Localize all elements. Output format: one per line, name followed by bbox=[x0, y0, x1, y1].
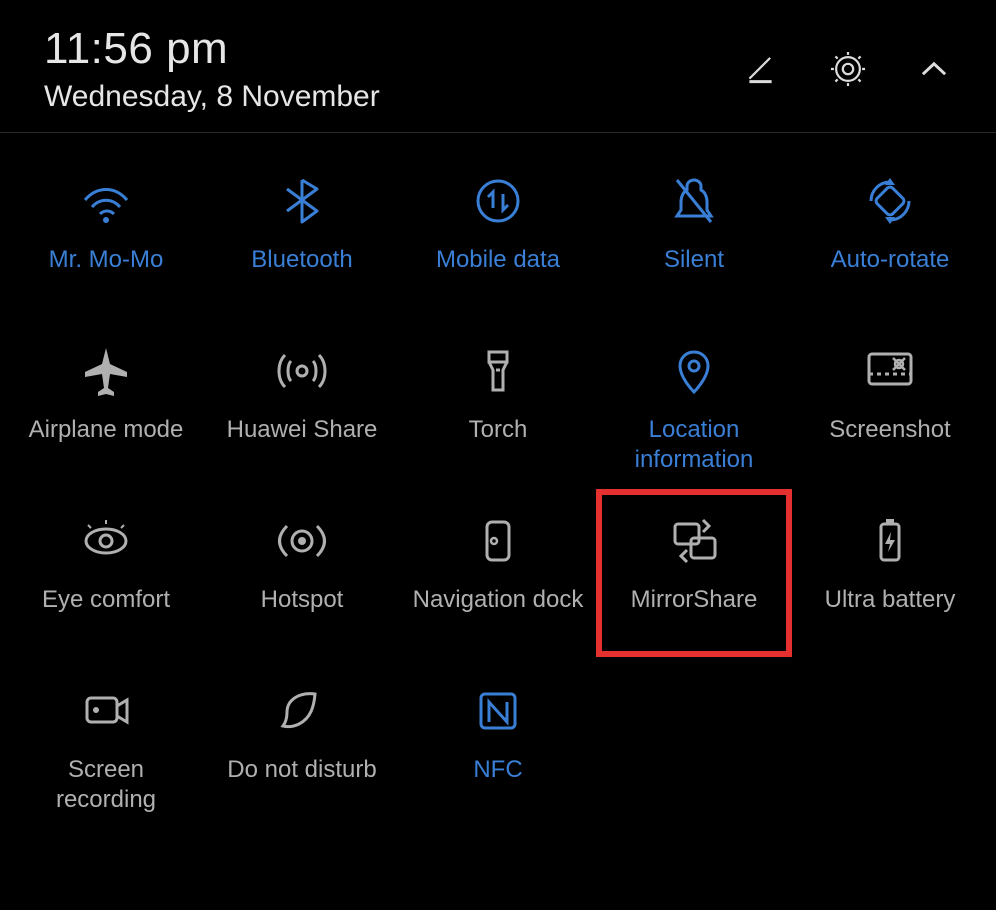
wifi-icon bbox=[71, 171, 141, 231]
tile-huawei-share[interactable]: Huawei Share bbox=[204, 323, 400, 493]
screenshot-icon bbox=[855, 341, 925, 401]
tile-label: Navigation dock bbox=[413, 585, 584, 615]
tile-label: Ultra battery bbox=[825, 585, 956, 615]
tile-label: NFC bbox=[473, 755, 522, 785]
tile-label: Airplane mode bbox=[29, 415, 184, 445]
tile-label: Mobile data bbox=[436, 245, 560, 275]
mirrorshare-icon bbox=[659, 511, 729, 571]
tile-label: Bluetooth bbox=[251, 245, 352, 275]
status-time: 11:56 pm bbox=[44, 24, 740, 74]
tile-airplane[interactable]: Airplane mode bbox=[8, 323, 204, 493]
tile-screen-rec[interactable]: Screen recording bbox=[8, 663, 204, 833]
tile-label: Huawei Share bbox=[227, 415, 378, 445]
tile-wifi[interactable]: Mr. Mo-Mo bbox=[8, 153, 204, 323]
tile-nfc[interactable]: NFC bbox=[400, 663, 596, 833]
tile-ultra-battery[interactable]: Ultra battery bbox=[792, 493, 988, 663]
screen-rec-icon bbox=[71, 681, 141, 741]
huawei-share-icon bbox=[267, 341, 337, 401]
location-icon bbox=[659, 341, 729, 401]
eye-comfort-icon bbox=[71, 511, 141, 571]
tile-label: Eye comfort bbox=[42, 585, 170, 615]
tile-eye-comfort[interactable]: Eye comfort bbox=[8, 493, 204, 663]
torch-icon bbox=[463, 341, 533, 401]
nfc-icon bbox=[463, 681, 533, 741]
dnd-icon bbox=[267, 681, 337, 741]
tile-silent[interactable]: Silent bbox=[596, 153, 792, 323]
tile-nav-dock[interactable]: Navigation dock bbox=[400, 493, 596, 663]
airplane-icon bbox=[71, 341, 141, 401]
tile-label: MirrorShare bbox=[631, 585, 758, 615]
tile-dnd[interactable]: Do not disturb bbox=[204, 663, 400, 833]
tile-auto-rotate[interactable]: Auto-rotate bbox=[792, 153, 988, 323]
tile-hotspot[interactable]: Hotspot bbox=[204, 493, 400, 663]
tile-mirrorshare[interactable]: MirrorShare bbox=[596, 493, 792, 663]
bluetooth-icon bbox=[267, 171, 337, 231]
tile-label: Do not disturb bbox=[227, 755, 376, 785]
quick-settings-grid: Mr. Mo-Mo Bluetooth Mobile data Silent Auto-… bbox=[0, 133, 996, 833]
tile-label: Screen recording bbox=[16, 755, 196, 815]
gear-icon[interactable] bbox=[826, 47, 870, 91]
tile-label: Screenshot bbox=[829, 415, 950, 445]
tile-screenshot[interactable]: Screenshot bbox=[792, 323, 988, 493]
tile-location[interactable]: Location information bbox=[596, 323, 792, 493]
silent-icon bbox=[659, 171, 729, 231]
tile-label: Hotspot bbox=[261, 585, 344, 615]
status-date: Wednesday, 8 November bbox=[44, 80, 740, 114]
tile-label: Auto-rotate bbox=[831, 245, 950, 275]
tile-bluetooth[interactable]: Bluetooth bbox=[204, 153, 400, 323]
nav-dock-icon bbox=[463, 511, 533, 571]
chevron-up-icon[interactable] bbox=[912, 47, 956, 91]
ultra-battery-icon bbox=[855, 511, 925, 571]
edit-icon[interactable] bbox=[740, 47, 784, 91]
header-actions bbox=[740, 47, 956, 91]
tile-label: Silent bbox=[664, 245, 724, 275]
tile-mobile-data[interactable]: Mobile data bbox=[400, 153, 596, 323]
tile-label: Location information bbox=[604, 415, 784, 475]
auto-rotate-icon bbox=[855, 171, 925, 231]
tile-label: Torch bbox=[469, 415, 528, 445]
hotspot-icon bbox=[267, 511, 337, 571]
header: 11:56 pm Wednesday, 8 November bbox=[0, 0, 996, 133]
mobile-data-icon bbox=[463, 171, 533, 231]
date-block: 11:56 pm Wednesday, 8 November bbox=[44, 24, 740, 114]
tile-torch[interactable]: Torch bbox=[400, 323, 596, 493]
tile-label: Mr. Mo-Mo bbox=[49, 245, 164, 275]
